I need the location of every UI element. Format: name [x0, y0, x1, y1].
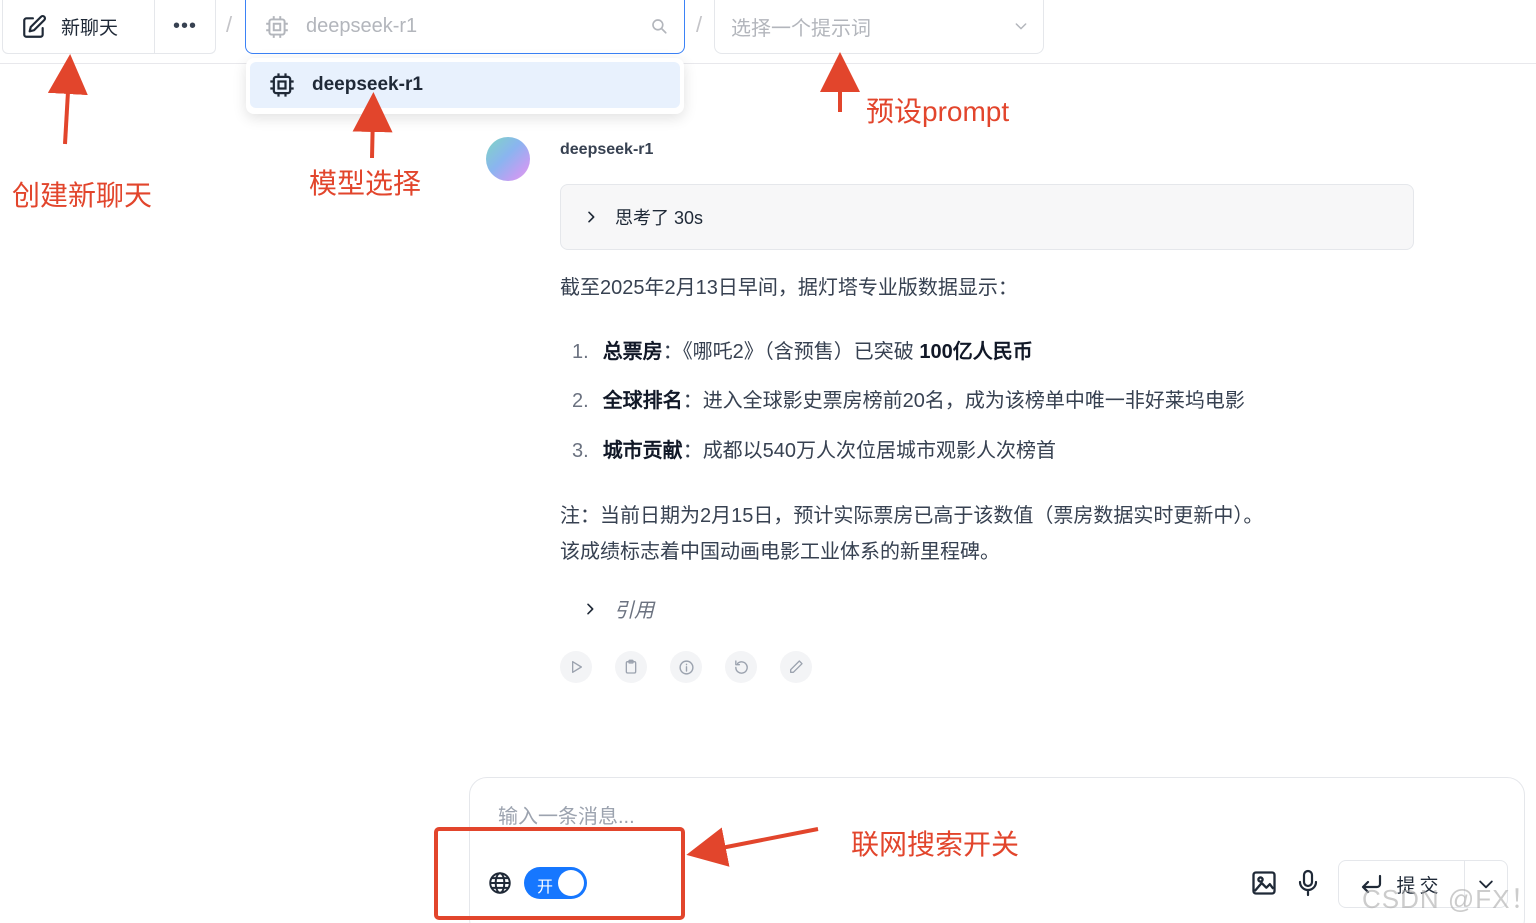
list-item-text: 进入全球影史票房榜前20名，成为该榜单中唯一非好莱坞电影 — [702, 390, 1245, 412]
more-dots-icon: ••• — [172, 15, 197, 37]
cpu-chip-icon — [270, 73, 294, 97]
message-note: 该成绩标志着中国动画电影工业体系的新里程碑。 — [560, 541, 1000, 563]
message-input[interactable] — [498, 806, 1198, 829]
citation-toggle[interactable]: 引用 — [582, 594, 654, 623]
list-item-text: 成都以540万人次位居城市观影人次榜首 — [702, 440, 1057, 462]
list-number: 2. — [572, 390, 589, 412]
chat-button-group: 新聊天 ••• — [2, 0, 216, 54]
list-item-sep: ： — [682, 390, 703, 412]
microphone-icon — [1298, 869, 1318, 897]
edit-button[interactable] — [780, 651, 812, 683]
annotation-web-search: 联网搜索开关 — [851, 829, 1020, 860]
list-item-text: 《哪吒2》（含预售）已突破 — [682, 341, 920, 363]
voice-input-button[interactable] — [1296, 868, 1320, 903]
list-item: 1. 总票房：《哪吒2》（含预售）已突破 100亿人民币 — [572, 335, 1033, 364]
play-button[interactable] — [560, 651, 592, 683]
thinking-toggle[interactable]: 思考了 30s — [560, 184, 1414, 250]
edit-icon — [790, 660, 803, 673]
message-note: 注：当前日期为2月15日，预计实际票房已高于该数值（票房数据实时更新中）。 — [560, 505, 1264, 527]
chevron-down-icon — [1015, 23, 1027, 30]
new-chat-button[interactable]: 新聊天 — [3, 0, 155, 53]
clipboard-icon — [625, 659, 637, 674]
toggle-knob — [558, 870, 584, 896]
model-option-label: deepseek-r1 — [312, 74, 423, 95]
cpu-chip-icon — [266, 15, 288, 38]
list-item-title: 城市贡献 — [602, 440, 683, 462]
more-options-button[interactable]: ••• — [155, 0, 215, 53]
regenerate-icon — [734, 659, 748, 674]
model-option[interactable]: deepseek-r1 — [250, 62, 680, 108]
message-intro: 截至2025年2月13日早间，据灯塔专业版数据显示： — [560, 277, 1018, 299]
model-dropdown: deepseek-r1 — [246, 58, 684, 114]
watermark: CSDN @FX！ — [1362, 884, 1536, 914]
arrow-new-chat — [47, 54, 88, 145]
list-item-sep: ： — [662, 341, 683, 363]
avatar — [486, 137, 530, 181]
upload-image-button[interactable] — [1250, 869, 1278, 902]
model-select[interactable]: deepseek-r1 — [245, 0, 685, 54]
play-icon — [572, 661, 582, 673]
annotation-new-chat: 创建新聊天 — [12, 180, 153, 211]
info-icon — [678, 659, 694, 675]
thinking-label: 思考了 30s — [615, 208, 704, 228]
web-search-toggle[interactable]: 开 — [524, 867, 587, 899]
list-number: 3. — [572, 440, 589, 462]
info-button[interactable] — [670, 651, 702, 683]
arrow-model-select — [352, 92, 393, 159]
list-item: 3. 城市贡献：成都以540万人次位居城市观影人次榜首 — [572, 434, 1056, 463]
list-item-highlight: 100亿人民币 — [919, 341, 1033, 363]
annotation-preset-prompt: 预设prompt — [866, 96, 1010, 127]
new-chat-label: 新聊天 — [61, 18, 119, 39]
message-sender: deepseek-r1 — [560, 141, 654, 158]
chevron-right-icon — [587, 603, 594, 614]
prompt-select[interactable]: 选择一个提示词 — [714, 0, 1044, 54]
list-item-title: 全球排名 — [602, 390, 683, 412]
prompt-select-placeholder: 选择一个提示词 — [731, 18, 871, 40]
list-item: 2. 全球排名：进入全球影史票房榜前20名，成为该榜单中唯一非好莱坞电影 — [572, 384, 1245, 413]
model-select-value: deepseek-r1 — [306, 15, 418, 37]
globe-icon — [489, 872, 511, 894]
list-item-title: 总票房 — [602, 341, 663, 363]
breadcrumb-separator: / — [696, 12, 703, 37]
image-icon — [1252, 871, 1276, 895]
top-bar: 新聊天 ••• / deepseek-r1 / 选择一个提示词 — [0, 0, 1536, 64]
chevron-right-icon — [588, 211, 595, 223]
edit-square-icon — [23, 14, 46, 38]
list-number: 1. — [572, 341, 589, 363]
web-search-toggle-label: 开 — [537, 879, 554, 896]
breadcrumb-separator: / — [226, 12, 233, 37]
citation-label: 引用 — [614, 600, 654, 622]
list-item-sep: ： — [682, 440, 703, 462]
search-icon — [652, 19, 667, 34]
copy-button[interactable] — [615, 651, 647, 683]
message-actions — [560, 651, 812, 683]
annotation-model-select: 模型选择 — [309, 168, 422, 199]
regenerate-button[interactable] — [725, 651, 757, 683]
